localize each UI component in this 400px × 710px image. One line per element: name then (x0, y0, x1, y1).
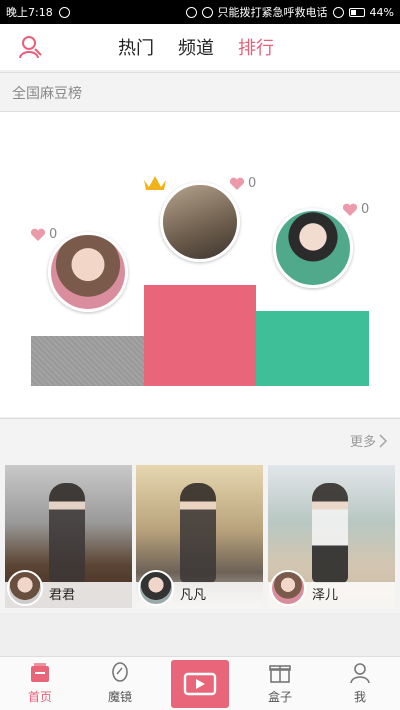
avatar-rank-3[interactable] (273, 208, 353, 288)
person-icon (350, 663, 370, 684)
podium-bar-third (256, 311, 369, 386)
avatar (270, 570, 306, 606)
heart-icon (229, 177, 245, 190)
battery-icon (348, 7, 365, 17)
ranking-podium: 0 0 0 (0, 112, 400, 417)
photo-card[interactable]: 君君 (5, 465, 132, 608)
card-name: 泽儿 (312, 588, 339, 603)
photo-card[interactable]: 泽儿 (268, 465, 395, 608)
card-name: 凡凡 (180, 588, 207, 603)
crown-icon (144, 176, 166, 190)
podium-bar-second (31, 336, 144, 386)
podium-bar-first (144, 285, 256, 386)
mirror-icon (112, 662, 128, 682)
top-tabs: 热门 频道 排行 (118, 24, 274, 70)
status-time: 晚上7:18 (6, 6, 53, 19)
likes-rank-2: 0 (30, 227, 57, 242)
heart-icon (342, 203, 358, 216)
data-icon (332, 6, 344, 18)
chevron-right-icon (379, 433, 388, 448)
photo-figure (312, 483, 348, 583)
avatar (7, 570, 43, 606)
likes-rank-3: 0 (342, 202, 369, 217)
avatar (138, 570, 174, 606)
more-link[interactable]: 更多 (350, 431, 388, 450)
wifi-icon (201, 6, 213, 18)
tab-hot[interactable]: 热门 (118, 34, 154, 60)
avatar-rank-1[interactable] (160, 182, 240, 262)
nav-box[interactable]: 盒子 (245, 661, 315, 705)
likes-rank-1: 0 (229, 176, 256, 191)
nav-me[interactable]: 我 (325, 661, 395, 705)
status-bar: 晚上7:18 只能拨打紧急呼救电话 44% (0, 0, 400, 24)
photo-figure (180, 483, 216, 583)
carrier-text: 只能拨打紧急呼救电话 (217, 6, 328, 19)
nav-home[interactable]: 首页 (5, 661, 75, 705)
ranking-title: 全国麻豆榜 (0, 72, 400, 112)
nav-mirror[interactable]: 魔镜 (85, 661, 155, 705)
top-header: 热门 频道 排行 (0, 24, 400, 70)
home-icon (31, 663, 49, 682)
battery-percent: 44% (369, 5, 394, 19)
more-row: 更多 (0, 418, 400, 458)
photo-cards: 君君 凡凡 泽儿 (0, 458, 400, 613)
record-video-button[interactable] (171, 660, 229, 708)
tab-channel[interactable]: 频道 (178, 34, 214, 60)
user-profile-icon[interactable] (18, 34, 44, 60)
notification-icon (58, 6, 70, 18)
video-camera-icon (183, 672, 217, 696)
tab-ranking[interactable]: 排行 (238, 34, 274, 60)
photo-card[interactable]: 凡凡 (136, 465, 263, 608)
gift-box-icon (269, 665, 291, 683)
photo-figure (49, 483, 85, 583)
alarm-icon (185, 6, 197, 18)
heart-icon (30, 228, 46, 241)
card-name: 君君 (49, 588, 76, 603)
avatar-rank-2[interactable] (48, 232, 128, 312)
